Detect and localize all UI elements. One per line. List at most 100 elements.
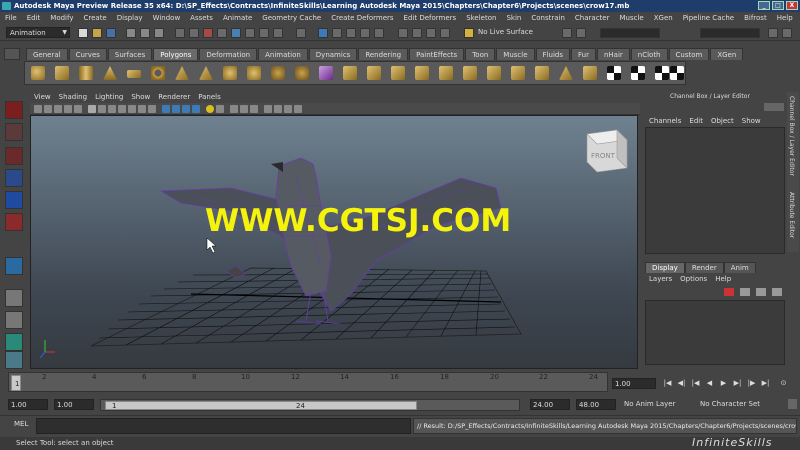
sidebar-toggle-field[interactable] [700, 28, 760, 38]
poly-helix-icon[interactable] [247, 66, 261, 80]
live-surface-magnet-icon[interactable] [464, 28, 474, 38]
xray-joints-icon[interactable] [284, 105, 292, 113]
planar-mapping-icon[interactable] [631, 66, 645, 80]
select-camera-icon[interactable] [34, 105, 42, 113]
go-to-end-icon[interactable]: ▶| [760, 378, 771, 388]
ipr-render-icon[interactable] [426, 28, 436, 38]
side-tab-channel-box[interactable]: Channel Box / Layer Editor [788, 96, 795, 176]
panel-menu-renderer[interactable]: Renderer [154, 92, 194, 103]
shelf-tab-custom[interactable]: Custom [668, 48, 710, 60]
use-all-lights-icon[interactable] [206, 105, 214, 113]
wireframe-icon[interactable] [162, 105, 170, 113]
shelf-tab-fluids[interactable]: Fluids [535, 48, 570, 60]
select-dynamics-icon[interactable] [259, 28, 269, 38]
preferences-icon[interactable] [788, 399, 797, 409]
move-layer-up-icon[interactable] [724, 288, 734, 296]
poly-cone-icon[interactable] [103, 66, 117, 80]
live-surface-label[interactable]: No Live Surface [478, 27, 550, 38]
shelf-tab-dynamics[interactable]: Dynamics [308, 48, 358, 60]
combine-icon[interactable] [271, 66, 285, 80]
step-forward-frame-icon[interactable]: |▶ [746, 378, 757, 388]
menu-muscle[interactable]: Muscle [614, 12, 648, 24]
select-deformations-icon[interactable] [245, 28, 255, 38]
append-polygon-icon[interactable] [391, 66, 405, 80]
snap-grid-icon[interactable] [318, 28, 328, 38]
menu-file[interactable]: File [0, 12, 22, 24]
snap-curve-icon[interactable] [332, 28, 342, 38]
close-button[interactable]: X [786, 1, 798, 10]
menu-constrain[interactable]: Constrain [526, 12, 570, 24]
mel-label[interactable]: MEL [14, 420, 28, 428]
uv-editor-icon[interactable] [607, 66, 621, 80]
menu-skeleton[interactable]: Skeleton [461, 12, 501, 24]
menu-edit-deformers[interactable]: Edit Deformers [399, 12, 462, 24]
input-line-icon[interactable] [562, 28, 572, 38]
render-icon[interactable] [412, 28, 422, 38]
cb-menu-edit[interactable]: Edit [685, 115, 707, 127]
view-cube[interactable]: FRONT [586, 129, 628, 173]
menu-create[interactable]: Create [78, 12, 111, 24]
bookmark-icon[interactable] [54, 105, 62, 113]
shelf-tab-surfaces[interactable]: Surfaces [107, 48, 153, 60]
menu-set-dropdown[interactable]: Animation ▼ [6, 27, 70, 38]
select-mask-icon[interactable] [175, 28, 185, 38]
step-back-frame-icon[interactable]: ◀| [676, 378, 687, 388]
range-slider-handle[interactable]: 1 24 [105, 401, 417, 410]
current-frame-field[interactable]: 1.00 [612, 378, 656, 389]
insert-edge-loop-icon[interactable] [439, 66, 453, 80]
snap-view-plane-icon[interactable] [360, 28, 370, 38]
scale-tool-icon[interactable] [5, 213, 23, 231]
channel-box-options-icon[interactable] [764, 103, 784, 111]
render-settings-icon[interactable] [440, 28, 450, 38]
animation-end-field[interactable]: 48.00 [576, 399, 616, 410]
toggle-attribute-editor-icon[interactable] [782, 28, 792, 38]
panel-menu-show[interactable]: Show [127, 92, 154, 103]
checker-texture-icon[interactable] [670, 66, 684, 80]
bridge-icon[interactable] [367, 66, 381, 80]
poly-plane-icon[interactable] [127, 70, 141, 78]
poly-cylinder-icon[interactable] [79, 66, 93, 80]
move-layer-down-icon[interactable] [740, 288, 750, 296]
screen-space-ao-icon[interactable] [230, 105, 238, 113]
time-slider[interactable]: 1 2 4 6 8 10 12 14 16 18 20 22 24 [8, 372, 608, 392]
isolate-select-icon[interactable] [264, 105, 272, 113]
safe-title-icon[interactable] [148, 105, 156, 113]
poly-torus-icon[interactable] [151, 66, 165, 80]
resolution-gate-icon[interactable] [108, 105, 116, 113]
cb-menu-channels[interactable]: Channels [645, 115, 685, 127]
last-tool-icon[interactable] [5, 257, 23, 275]
poly-prism-icon[interactable] [175, 66, 189, 80]
gate-mask-icon[interactable] [118, 105, 126, 113]
animation-start-field[interactable]: 1.00 [8, 399, 48, 410]
shelf-tab-xgen[interactable]: XGen [710, 48, 744, 60]
menu-modify[interactable]: Modify [45, 12, 78, 24]
anti-aliasing-icon[interactable] [250, 105, 258, 113]
lock-selection-icon[interactable] [296, 28, 306, 38]
quick-select-field[interactable] [600, 28, 660, 38]
range-slider[interactable]: 1 24 [100, 399, 520, 411]
shelf-tab-muscle[interactable]: Muscle [496, 48, 535, 60]
textured-icon[interactable] [192, 105, 200, 113]
auto-key-icon[interactable]: ⊙ [778, 378, 789, 388]
menu-skin[interactable]: Skin [501, 12, 526, 24]
mel-input[interactable] [36, 418, 411, 434]
layer-tab-render[interactable]: Render [684, 262, 724, 273]
menu-window[interactable]: Window [148, 12, 186, 24]
field-chart-icon[interactable] [128, 105, 136, 113]
paint-select-tool-icon[interactable] [5, 147, 23, 165]
new-layer-selected-icon[interactable] [772, 288, 782, 296]
symmetry-icon[interactable] [576, 28, 586, 38]
extrude-icon[interactable] [343, 66, 357, 80]
cb-menu-object[interactable]: Object [707, 115, 738, 127]
select-tool-icon[interactable] [5, 101, 23, 119]
shelf-tab-nhair[interactable]: nHair [596, 48, 630, 60]
history-icon[interactable] [398, 28, 408, 38]
layer-menu-help[interactable]: Help [711, 273, 735, 285]
menu-assets[interactable]: Assets [185, 12, 218, 24]
panel-menu-panels[interactable]: Panels [194, 92, 225, 103]
step-back-key-icon[interactable]: |◀ [690, 378, 701, 388]
menu-display[interactable]: Display [112, 12, 148, 24]
move-tool-icon[interactable] [5, 169, 23, 187]
select-component-icon[interactable] [154, 28, 164, 38]
select-curves-icon[interactable] [217, 28, 227, 38]
